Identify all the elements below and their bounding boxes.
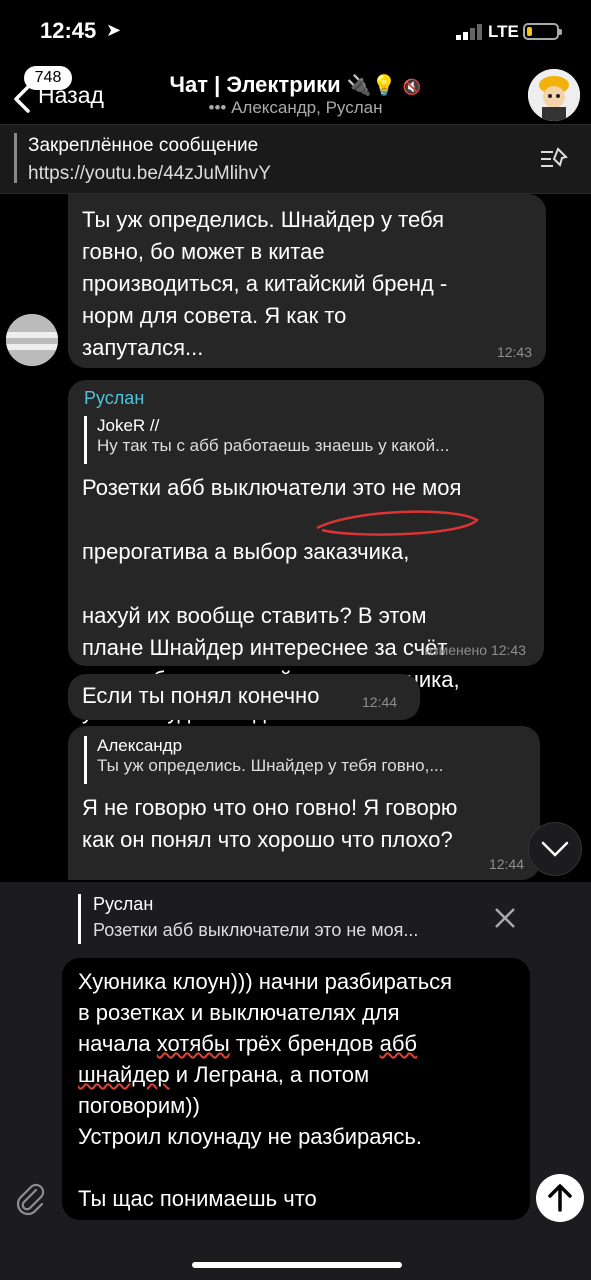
reply-quote-name: Александр [97, 736, 183, 755]
reply-quote-text: Ты уж определись. Шнайдер у тебя говно,.… [97, 756, 444, 775]
chevron-down-icon [541, 841, 569, 857]
status-bar: 12:45 ➤ LTE [0, 0, 591, 60]
pinned-list-icon[interactable] [538, 143, 570, 175]
chat-title[interactable]: Чат | Электрики 🔌💡 🔇 [0, 72, 591, 98]
message-time: изменено 12:43 [424, 642, 526, 658]
reply-quote[interactable]: Александр Ты уж определись. Шнайдер у те… [84, 736, 443, 784]
electrician-avatar-icon [528, 69, 580, 121]
battery-icon [523, 23, 562, 40]
message-time: 12:44 [488, 856, 524, 872]
compose-reply-bar [78, 894, 81, 944]
input-fragment: и Леграна, а потом [169, 1062, 370, 1087]
message-bubble[interactable]: Ты уж определись. Шнайдер у тебя говно, … [68, 194, 546, 368]
signal-icon [456, 24, 482, 40]
input-line: Хуюника клоун))) начни разбираться [78, 969, 453, 994]
input-line: поговорим)) [78, 1093, 200, 1118]
chat-title-text: Чат | Электрики [169, 72, 341, 97]
mute-icon: 🔇 [402, 79, 422, 96]
reply-quote[interactable]: JokeR // Ну так ты с абб работаешь знаеш… [84, 416, 449, 464]
message-line-circled: прерогатива а выбор заказчика, [82, 504, 480, 600]
title-emoji: 🔌💡 [346, 75, 397, 97]
network-type: LTE [488, 22, 519, 41]
paperclip-icon[interactable] [12, 1180, 48, 1216]
message-line-text: прерогатива а выбор заказчика, [82, 539, 410, 564]
status-time: 12:45 [40, 18, 97, 43]
input-line: Устроил клоунаду не разбираясь. [78, 1124, 422, 1149]
message-bubble[interactable]: Александр Ты уж определись. Шнайдер у те… [68, 726, 540, 880]
input-line [78, 1152, 514, 1183]
reply-quote-name: JokeR // [97, 416, 160, 435]
pinned-link[interactable]: https://youtu.be/44zJuMlihvY [28, 163, 271, 185]
red-ink-annotation [316, 510, 480, 536]
sender-avatar[interactable] [6, 314, 58, 366]
misspelled-word: абб [379, 1031, 418, 1056]
misspelled-word: хотябы [156, 1031, 230, 1056]
close-icon[interactable] [492, 905, 518, 931]
message-bubble[interactable]: Руслан JokeR // Ну так ты с абб работаеш… [68, 380, 544, 724]
sender-name: Руслан [84, 388, 145, 408]
compose-reply-name: Руслан [93, 894, 154, 914]
reply-quote-text: Ну так ты с абб работаешь знаешь у какой… [97, 436, 450, 455]
arrow-up-icon [548, 1184, 572, 1212]
message-time: 12:44 [362, 694, 398, 710]
input-fragment: трёх брендов [229, 1031, 380, 1056]
home-indicator [192, 1262, 402, 1268]
location-arrow-icon: ➤ [106, 20, 122, 40]
pinned-title: Закреплённое сообщение [28, 135, 259, 156]
input-line: начала хотябы трёх брендов абб [78, 1028, 514, 1059]
chat-avatar[interactable] [528, 69, 580, 121]
misspelled-word: шнайдер [78, 1062, 170, 1087]
input-line: шнайдер и Леграна, а потом [78, 1059, 514, 1090]
send-button[interactable] [536, 1174, 584, 1222]
message-text: Я не говорю что оно говно! Я говорю как … [82, 795, 458, 852]
message-time: 12:43 [496, 344, 532, 360]
input-line: Ты щас понимаешь что [78, 1186, 317, 1211]
message-bubble[interactable]: Если ты понял конечно 12:44 [68, 674, 420, 720]
input-fragment: начала [78, 1031, 157, 1056]
pinned-message-bar[interactable]: Закреплённое сообщение https://youtu.be/… [0, 124, 591, 194]
chat-subtitle: ••• Александр, Руслан [208, 98, 383, 117]
message-line: Розетки абб выключатели это не моя [82, 475, 462, 500]
compose-reply-text: Розетки абб выключатели это не моя... [93, 920, 419, 940]
message-input[interactable]: Хуюника клоун))) начни разбираться в роз… [62, 958, 530, 1220]
message-text: Ты уж определись. Шнайдер у тебя говно, … [82, 207, 448, 360]
pinned-accent-bar [14, 133, 17, 183]
message-text: Если ты понял конечно [82, 683, 320, 708]
scroll-down-button[interactable] [528, 822, 582, 876]
input-line: в розетках и выключателях для [78, 1000, 400, 1025]
avatar-image-icon [6, 314, 58, 366]
